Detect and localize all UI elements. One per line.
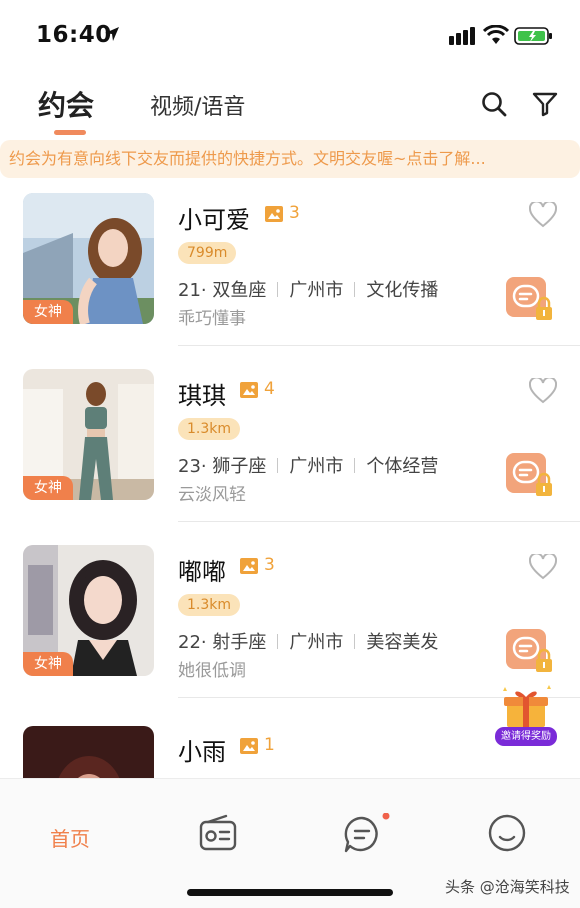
info-divider <box>354 282 356 297</box>
heart-icon[interactable] <box>529 378 557 404</box>
profile-name: 小雨 <box>178 738 226 766</box>
profile-photo[interactable]: 女神 <box>23 369 154 500</box>
message-icon[interactable] <box>342 813 390 857</box>
goddess-badge: 女神 <box>23 652 73 676</box>
distance-badge: 1.3km <box>178 594 241 616</box>
profile-card[interactable]: 女神 琪琪 4 1.3km 23· 狮子座 广州市 个体经营 云淡风轻 <box>0 354 580 530</box>
info-divider <box>277 634 279 649</box>
invite-reward-label: 邀请得奖励 <box>495 727 557 746</box>
info-divider <box>277 458 279 473</box>
profile-description: 乖巧懂事 <box>178 309 246 329</box>
profile-info: 21· 双鱼座 广州市 文化传播 <box>178 276 438 302</box>
location-arrow-icon <box>105 27 119 41</box>
profile-card[interactable]: 女神 小可爱 3 799m 21· 双鱼座 广州市 文化传播 乖巧懂事 <box>0 178 580 354</box>
status-time: 16:40 <box>36 22 112 48</box>
age-zodiac: 23· 狮子座 <box>178 456 267 477</box>
age-zodiac: 22· 射手座 <box>178 632 267 653</box>
tab-video-voice[interactable]: 视频/语音 <box>150 89 245 121</box>
profile-description: 她很低调 <box>178 661 246 681</box>
notice-banner[interactable]: 约会为有意向线下交友而提供的快捷方式。文明交友喔~点击了解... <box>0 140 580 178</box>
heart-icon[interactable] <box>529 554 557 580</box>
radio-icon[interactable] <box>198 813 238 853</box>
profile-photo[interactable]: 女神 <box>23 545 154 676</box>
industry: 个体经营 <box>366 456 439 477</box>
industry: 文化传播 <box>366 280 439 301</box>
tab-dating[interactable]: 约会 <box>38 84 94 124</box>
unread-dot-icon <box>382 813 390 820</box>
profile-card[interactable]: 女神 嘟嘟 3 1.3km 22· 射手座 广州市 美容美发 她很低调 <box>0 530 580 706</box>
goddess-badge: 女神 <box>23 476 73 500</box>
filter-icon[interactable] <box>531 90 559 118</box>
goddess-badge: 女神 <box>23 300 73 324</box>
wifi-icon <box>483 25 509 44</box>
profile-name: 小可爱 <box>178 206 250 234</box>
distance-badge: 1.3km <box>178 418 241 440</box>
home-indicator <box>187 889 393 896</box>
profile-info: 23· 狮子座 广州市 个体经营 <box>178 452 438 478</box>
profile-photo[interactable]: 女神 <box>23 193 154 324</box>
photo-count: 3 <box>264 555 275 575</box>
active-tab-indicator <box>54 130 86 135</box>
industry: 美容美发 <box>366 632 439 653</box>
profile-name: 琪琪 <box>178 382 226 410</box>
top-tab-bar: 约会 视频/语音 <box>0 72 580 140</box>
photo-count: 3 <box>289 203 300 223</box>
profile-name: 嘟嘟 <box>178 558 226 586</box>
image-icon <box>240 382 258 398</box>
image-icon <box>240 738 258 754</box>
image-icon <box>265 206 283 222</box>
city: 广州市 <box>289 632 344 653</box>
image-icon <box>240 558 258 574</box>
status-bar: 16:40 <box>0 0 580 72</box>
watermark: 头条 @沧海笑科技 <box>445 878 570 896</box>
heart-icon[interactable] <box>529 202 557 228</box>
chat-locked-icon[interactable] <box>504 627 556 675</box>
cellular-signal-icon <box>449 27 475 45</box>
photo-count: 4 <box>264 379 275 399</box>
distance-badge: 799m <box>178 242 237 264</box>
profile-face-icon[interactable] <box>487 813 527 853</box>
city: 广州市 <box>289 456 344 477</box>
invite-reward-button[interactable]: 邀请得奖励 <box>495 685 557 749</box>
nav-home[interactable]: 首页 <box>50 823 90 852</box>
chat-locked-icon[interactable] <box>504 275 556 323</box>
battery-icon <box>514 27 552 45</box>
profile-description: 云淡风轻 <box>178 485 246 505</box>
photo-count: 1 <box>264 735 275 755</box>
age-zodiac: 21· 双鱼座 <box>178 280 267 301</box>
search-icon[interactable] <box>480 90 508 118</box>
info-divider <box>354 634 356 649</box>
card-divider <box>178 345 580 346</box>
gift-icon <box>503 685 551 727</box>
card-divider <box>178 521 580 522</box>
city: 广州市 <box>289 280 344 301</box>
profile-info: 22· 射手座 广州市 美容美发 <box>178 628 438 654</box>
info-divider <box>277 282 279 297</box>
chat-locked-icon[interactable] <box>504 451 556 499</box>
info-divider <box>354 458 356 473</box>
